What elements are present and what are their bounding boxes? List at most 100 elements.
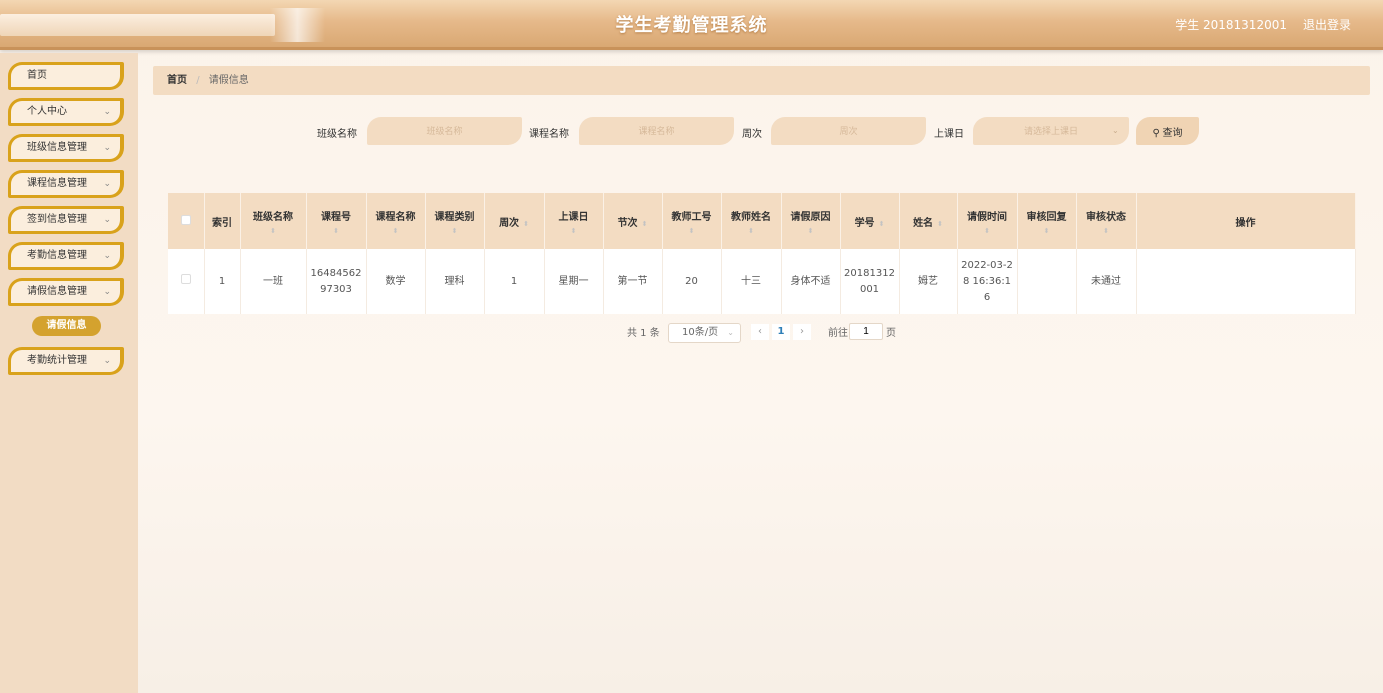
sidebar-item-attendance-stats[interactable]: 考勤统计管理 ⌄ [8, 347, 124, 375]
sidebar-item-label: 考勤统计管理 [27, 355, 87, 366]
sort-icon[interactable]: ⬍ [642, 220, 648, 228]
sort-icon[interactable]: ⬍ [1079, 227, 1134, 235]
cell-teacher-name: 十三 [721, 249, 782, 314]
column-header-label: 周次 [499, 217, 520, 229]
sidebar-item-home[interactable]: 首页 [8, 62, 124, 90]
sidebar-item-checkin-management[interactable]: 签到信息管理 ⌄ [8, 206, 124, 234]
column-header-label: 请假时间 [967, 211, 1007, 223]
sidebar-item-course-management[interactable]: 课程信息管理 ⌄ [8, 170, 124, 198]
sort-icon[interactable]: ⬍ [937, 220, 943, 228]
page-number[interactable]: 1 [772, 324, 790, 340]
cell-day: 星期一 [544, 249, 604, 314]
top-header: 学生考勤管理系统 学生 20181312001 退出登录 [0, 0, 1383, 50]
week-label: 周次 [742, 129, 762, 140]
sort-icon[interactable]: ⬍ [784, 227, 838, 235]
sort-icon[interactable]: ⬍ [309, 227, 364, 235]
cell-class-name: 一班 [240, 249, 307, 314]
column-header-label: 教师姓名 [731, 211, 771, 223]
sort-icon[interactable]: ⬍ [1020, 227, 1074, 235]
column-header[interactable]: 班级名称 ⬍ [240, 193, 307, 249]
sort-icon[interactable]: ⬍ [547, 227, 601, 235]
prev-page-button[interactable]: ‹ [751, 324, 769, 340]
sort-icon[interactable]: ⬍ [369, 227, 423, 235]
cell-section: 第一节 [603, 249, 663, 314]
cell-status: 未通过 [1076, 249, 1137, 314]
cell-actions [1136, 249, 1356, 314]
page-unit-label: 页 [886, 328, 896, 339]
column-header[interactable]: 教师工号 ⬍ [662, 193, 722, 249]
cell-teacher-no: 20 [662, 249, 722, 314]
column-header-label: 课程号 [321, 211, 351, 223]
column-header[interactable]: 上课日 ⬍ [544, 193, 604, 249]
table-row: 1 一班 1648456297303 数学 理科 1 星期一 第一节 20 十三… [168, 249, 1356, 314]
class-name-input[interactable] [367, 117, 522, 145]
user-info: 学生 20181312001 [1175, 18, 1287, 32]
search-button-label: 查询 [1162, 127, 1183, 139]
column-header[interactable]: 节次 ⬍ [603, 193, 663, 249]
sidebar-item-label: 首页 [27, 70, 47, 81]
column-header: 索引 [204, 193, 241, 249]
sidebar-item-class-management[interactable]: 班级信息管理 ⌄ [8, 134, 124, 162]
sort-icon[interactable]: ⬍ [665, 227, 719, 235]
column-header-label: 课程类别 [434, 211, 475, 223]
page-size-select[interactable]: 10条/页 ⌄ [668, 323, 741, 343]
search-button[interactable]: ⚲ 查询 [1136, 117, 1199, 145]
sidebar-subitem-leave-info[interactable]: 请假信息 [32, 316, 101, 336]
class-day-select[interactable] [973, 117, 1129, 145]
class-name-label: 班级名称 [317, 129, 357, 140]
table-header-row: 索引 班级名称 ⬍ 课程号 ⬍ 课程名称 ⬍ 课程类别 ⬍ 周次 ⬍ 上课日 ⬍ 节次 ⬍ 教… [168, 193, 1356, 249]
sidebar-item-label: 考勤信息管理 [27, 250, 87, 261]
breadcrumb-home[interactable]: 首页 [167, 75, 187, 86]
column-header[interactable]: 姓名 ⬍ [899, 193, 958, 249]
sidebar-item-label: 班级信息管理 [27, 142, 87, 153]
sidebar-item-personal-center[interactable]: 个人中心 ⌄ [8, 98, 124, 126]
breadcrumb: 首页 / 请假信息 [153, 66, 1370, 95]
sort-icon[interactable]: ⬍ [523, 220, 529, 228]
column-header[interactable]: 请假时间 ⬍ [957, 193, 1018, 249]
goto-label: 前往 [828, 328, 848, 339]
chevron-down-icon: ⌄ [103, 107, 111, 117]
next-page-button[interactable]: › [793, 324, 811, 340]
logout-link[interactable]: 退出登录 [1303, 16, 1351, 33]
sidebar-item-label: 签到信息管理 [27, 214, 87, 225]
sort-icon[interactable]: ⬍ [243, 227, 304, 235]
column-header[interactable]: 课程号 ⬍ [306, 193, 367, 249]
cell-course-type: 理科 [425, 249, 485, 314]
sort-icon[interactable]: ⬍ [428, 227, 482, 235]
row-checkbox[interactable] [180, 273, 191, 284]
chevron-down-icon: ⌄ [103, 287, 111, 297]
chevron-down-icon: ⌄ [727, 328, 734, 337]
cell-student-name: 姆艺 [899, 249, 958, 314]
column-header[interactable]: 审核状态 ⬍ [1076, 193, 1137, 249]
cell-week: 1 [484, 249, 545, 314]
column-header-label: 教师工号 [671, 211, 712, 223]
course-name-input[interactable] [579, 117, 734, 145]
week-input[interactable] [771, 117, 926, 145]
sidebar-item-leave-management[interactable]: 请假信息管理 ⌄ [8, 278, 124, 306]
column-header[interactable]: 课程类别 ⬍ [425, 193, 485, 249]
sort-icon[interactable]: ⬍ [960, 227, 1015, 235]
course-name-label: 课程名称 [529, 129, 569, 140]
sort-icon[interactable]: ⬍ [724, 227, 779, 235]
goto-page-input[interactable] [849, 323, 883, 340]
sort-icon[interactable]: ⬍ [879, 220, 885, 228]
column-header[interactable]: 教师姓名 ⬍ [721, 193, 782, 249]
pagination-total: 共 1 条 [627, 328, 660, 339]
column-header[interactable]: 请假原因 ⬍ [781, 193, 841, 249]
sidebar-item-label: 请假信息管理 [27, 286, 87, 297]
sidebar-item-attendance-management[interactable]: 考勤信息管理 ⌄ [8, 242, 124, 270]
page-size-label: 10条/页 [682, 327, 719, 338]
column-header-label: 姓名 [913, 217, 934, 229]
chevron-down-icon: ⌄ [103, 143, 111, 153]
column-header[interactable]: 课程名称 ⬍ [366, 193, 426, 249]
column-header[interactable]: 周次 ⬍ [484, 193, 545, 249]
column-header[interactable]: 学号 ⬍ [840, 193, 900, 249]
column-header-label: 班级名称 [253, 211, 293, 223]
chevron-down-icon: ⌄ [1112, 126, 1119, 135]
cell-reason: 身体不适 [781, 249, 841, 314]
chevron-down-icon: ⌄ [103, 356, 111, 366]
column-header[interactable]: 审核回复 ⬍ [1017, 193, 1077, 249]
sidebar-item-label: 个人中心 [27, 106, 67, 117]
select-all-checkbox[interactable] [180, 214, 191, 225]
column-header-label: 审核回复 [1026, 211, 1067, 223]
